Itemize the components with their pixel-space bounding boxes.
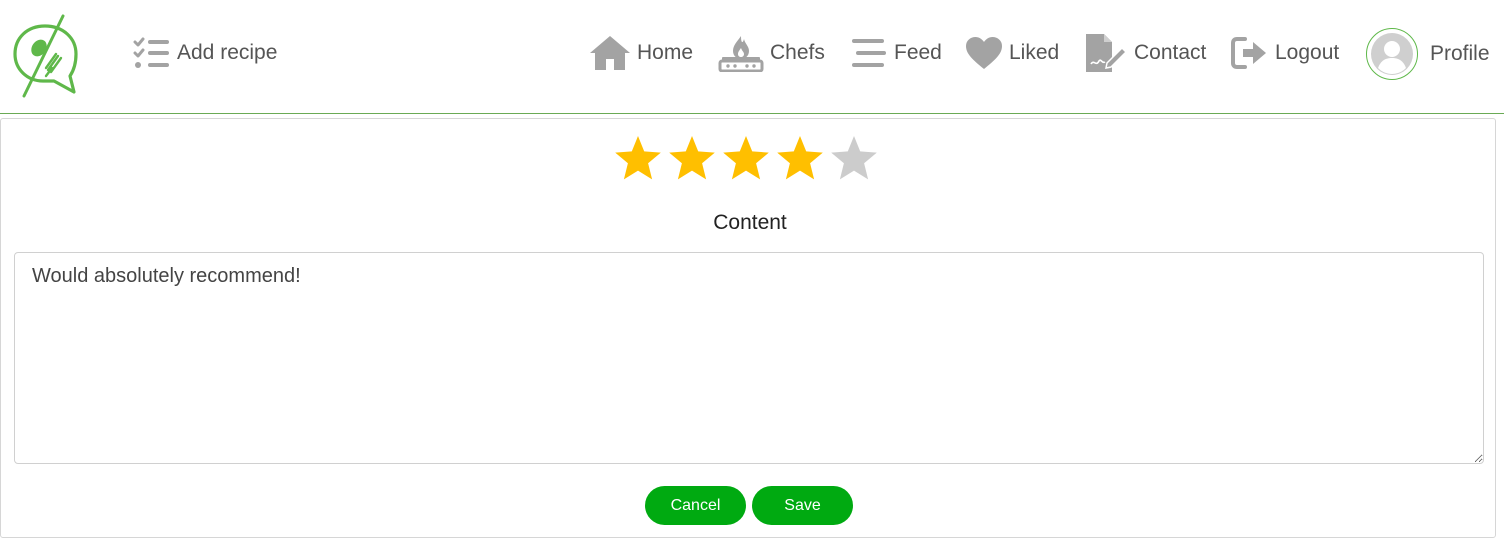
nav-chefs-label: Chefs: [770, 41, 825, 64]
avatar: [1366, 28, 1418, 80]
nav-liked[interactable]: Liked: [965, 31, 1059, 75]
add-recipe-label: Add recipe: [177, 41, 278, 64]
document-pen-icon: [1084, 33, 1128, 73]
nav-liked-label: Liked: [1009, 41, 1060, 64]
add-recipe-link[interactable]: Add recipe: [133, 31, 277, 75]
nav-feed[interactable]: Feed: [850, 31, 942, 75]
review-content-textarea[interactable]: [14, 252, 1484, 464]
star-filled-icon[interactable]: [722, 134, 770, 182]
brand-logo[interactable]: [10, 14, 80, 98]
star-empty-icon[interactable]: [830, 134, 878, 182]
top-navbar: Add recipe Home Chefs Feed Liked Contact…: [0, 0, 1504, 114]
save-button[interactable]: Save: [752, 486, 853, 525]
nav-contact-label: Contact: [1134, 41, 1207, 64]
user-avatar-icon: [1371, 33, 1413, 75]
heart-icon: [965, 36, 1003, 70]
star-rating[interactable]: [614, 134, 878, 182]
checklist-icon: [133, 36, 171, 70]
nav-feed-label: Feed: [894, 41, 942, 64]
lines-icon: [850, 37, 888, 69]
star-filled-icon[interactable]: [668, 134, 716, 182]
chat-bubble-spoon-fork-logo-icon: [13, 14, 78, 98]
home-icon: [589, 35, 631, 71]
nav-profile[interactable]: Profile: [1366, 28, 1490, 80]
nav-home-label: Home: [637, 41, 694, 64]
nav-profile-label: Profile: [1430, 42, 1490, 65]
star-filled-icon[interactable]: [776, 134, 824, 182]
nav-chefs[interactable]: Chefs: [718, 31, 825, 75]
nav-home[interactable]: Home: [589, 31, 693, 75]
nav-logout[interactable]: Logout: [1231, 31, 1339, 75]
content-label: Content: [713, 211, 787, 234]
star-filled-icon[interactable]: [614, 134, 662, 182]
nav-contact[interactable]: Contact: [1084, 31, 1206, 75]
sign-out-icon: [1231, 36, 1269, 70]
nav-logout-label: Logout: [1275, 41, 1340, 64]
stove-flame-icon: [718, 34, 764, 72]
cancel-button[interactable]: Cancel: [645, 486, 746, 525]
